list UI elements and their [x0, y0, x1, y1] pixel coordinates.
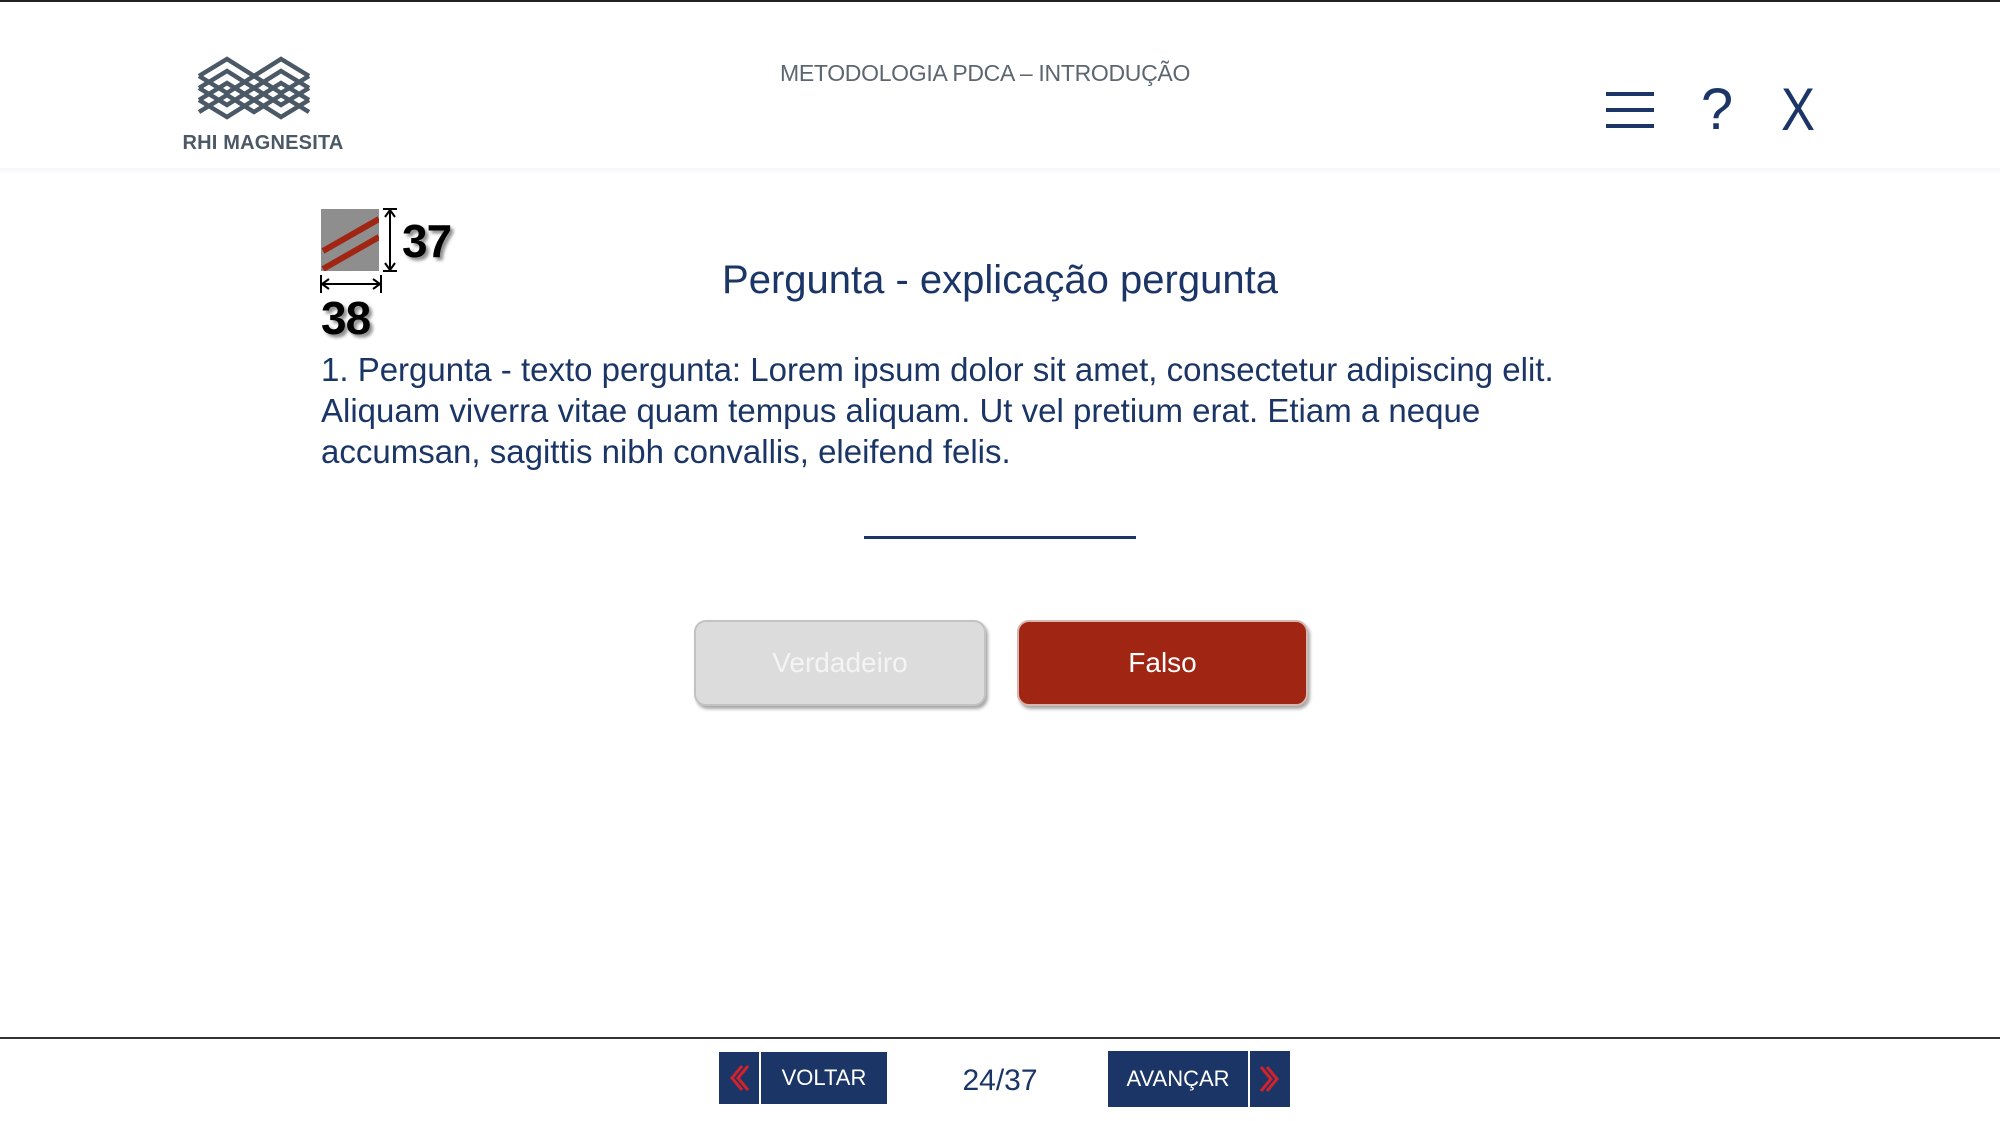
- false-answer-button[interactable]: Falso: [1017, 620, 1308, 706]
- rhi-magnesita-logo: RHI MAGNESITA: [170, 54, 345, 159]
- height-annotation: 37: [402, 215, 452, 267]
- header: RHI MAGNESITA METODOLOGIA PDCA – INTRODU…: [0, 2, 2000, 168]
- close-icon: X: [1780, 76, 1816, 143]
- question-line: Aliquam viverra vitae quam tempus aliqua…: [321, 392, 1481, 429]
- help-button[interactable]: ?: [1695, 80, 1739, 140]
- striped-placeholder-icon: [321, 209, 379, 271]
- header-shadow: [0, 168, 2000, 174]
- logo-text: RHI MAGNESITA: [182, 132, 344, 154]
- question-line: accumsan, sagittis nibh convallis, eleif…: [321, 433, 1011, 470]
- module-title: METODOLOGIA PDCA – INTRODUÇÃO: [779, 60, 1191, 86]
- true-answer-button[interactable]: Verdadeiro: [694, 620, 986, 706]
- question-line: 1. Pergunta - texto pergunta: Lorem ipsu…: [321, 351, 1554, 388]
- footer-divider: [0, 1037, 2000, 1039]
- chevron-right-icon: [1259, 1066, 1279, 1092]
- next-button[interactable]: AVANÇAR: [1108, 1051, 1290, 1107]
- question-text: 1. Pergunta - texto pergunta: Lorem ipsu…: [321, 349, 1721, 472]
- page-counter: 24/37: [962, 1064, 1038, 1097]
- next-button-label: AVANÇAR: [1108, 1051, 1248, 1107]
- back-button-label: VOLTAR: [761, 1052, 887, 1104]
- chevron-left-icon: [730, 1065, 750, 1091]
- answer-blank-line: [864, 536, 1136, 539]
- question-heading: Pergunta - explicação pergunta: [722, 258, 1278, 302]
- help-icon: ?: [1700, 77, 1734, 142]
- width-annotation: 38: [321, 292, 371, 344]
- menu-button[interactable]: [1604, 80, 1656, 140]
- logo-mark-icon: [197, 56, 311, 120]
- back-button[interactable]: VOLTAR: [719, 1052, 887, 1104]
- hamburger-menu-icon: [1606, 92, 1654, 128]
- close-button[interactable]: X: [1778, 80, 1819, 140]
